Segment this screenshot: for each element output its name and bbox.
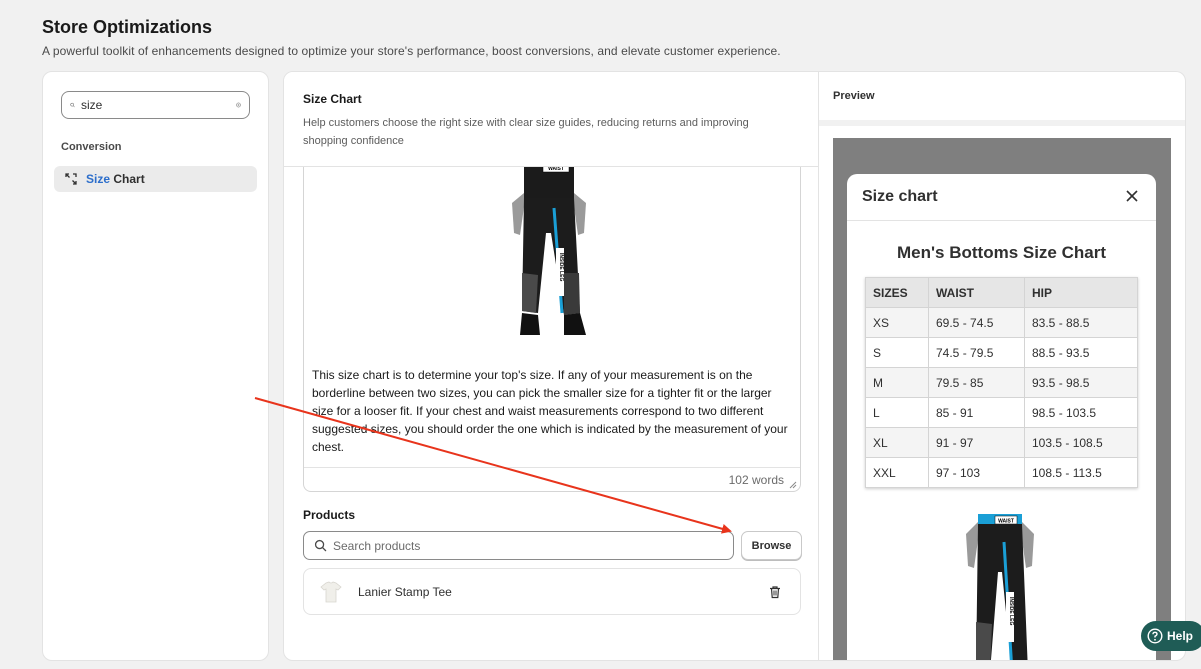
- sidebar-item-label-highlight: Size: [86, 172, 111, 186]
- preview-divider: [819, 120, 1185, 126]
- table-cell: 83.5 - 88.5: [1024, 307, 1138, 338]
- table-cell: 79.5 - 85: [928, 367, 1025, 398]
- pants-measurement-image: WAIST INSIDE LEG: [966, 514, 1034, 660]
- sidebar: Conversion Size Chart: [42, 71, 269, 661]
- main-header: Size Chart Help customers choose the rig…: [284, 72, 818, 167]
- modal-title: Size chart: [862, 188, 938, 205]
- size-table: SIZES WAIST HIP XS 69.5 - 74.5 83.5 - 88.5…: [865, 277, 1138, 488]
- help-button[interactable]: Help: [1141, 621, 1201, 651]
- modal-header: Size chart: [847, 174, 1156, 221]
- table-cell: 91 - 97: [928, 427, 1025, 458]
- table-cell: S: [865, 337, 929, 368]
- browse-button[interactable]: Browse: [741, 531, 802, 560]
- table-cell: 103.5 - 108.5: [1024, 427, 1138, 458]
- product-name: Lanier Stamp Tee: [358, 584, 452, 599]
- table-row: XXL 97 - 103 108.5 - 113.5: [865, 457, 1138, 488]
- table-cell: 93.5 - 98.5: [1024, 367, 1138, 398]
- size-chart-modal: Size chart Men's Bottoms Size Chart SIZE…: [847, 174, 1156, 660]
- section-title: Size Chart: [303, 92, 362, 106]
- table-row: M 79.5 - 85 93.5 - 98.5: [865, 367, 1138, 398]
- table-cell: L: [865, 397, 929, 428]
- table-cell: 85 - 91: [928, 397, 1025, 428]
- table-cell: M: [865, 367, 929, 398]
- tshirt-thumbnail-icon: [320, 581, 342, 602]
- main-panel: WAIST INSIDE LEG This size chart is to d…: [283, 71, 819, 661]
- word-count: 102 words: [728, 473, 784, 487]
- page-subtitle: A powerful toolkit of enhancements desig…: [42, 44, 781, 58]
- trash-icon[interactable]: [768, 585, 782, 599]
- product-search[interactable]: [303, 531, 734, 560]
- resize-icon: [65, 173, 77, 185]
- product-row: Lanier Stamp Tee: [303, 568, 801, 615]
- table-cell: 88.5 - 93.5: [1024, 337, 1138, 368]
- sidebar-item-label: Chart: [110, 172, 145, 186]
- table-cell: 74.5 - 79.5: [928, 337, 1025, 368]
- waist-label: WAIST: [998, 519, 1014, 525]
- preview-label: Preview: [833, 90, 875, 102]
- pants-measurement-image: WAIST INSIDE LEG: [512, 163, 586, 335]
- rich-text-editor[interactable]: WAIST INSIDE LEG This size chart is to d…: [303, 163, 801, 492]
- inside-leg-label: INSIDE LEG: [1008, 597, 1014, 625]
- page-title: Store Optimizations: [42, 17, 213, 37]
- table-header-row: SIZES WAIST HIP: [865, 277, 1138, 308]
- close-icon[interactable]: [1125, 189, 1139, 203]
- preview-canvas: Size chart Men's Bottoms Size Chart SIZE…: [833, 138, 1171, 660]
- sidebar-item-size-chart[interactable]: Size Chart: [54, 166, 257, 192]
- table-header: HIP: [1024, 277, 1138, 308]
- table-header: SIZES: [865, 277, 929, 308]
- sidebar-section-heading: Conversion: [61, 141, 122, 153]
- table-cell: 108.5 - 113.5: [1024, 457, 1138, 488]
- table-row: XL 91 - 97 103.5 - 108.5: [865, 427, 1138, 458]
- table-cell: 97 - 103: [928, 457, 1025, 488]
- products-label: Products: [303, 508, 356, 522]
- question-icon: [1147, 628, 1163, 644]
- table-cell: 98.5 - 103.5: [1024, 397, 1138, 428]
- search-icon: [314, 539, 327, 552]
- preview-panel: Preview Size chart Men's Bottoms Size Ch…: [819, 71, 1186, 661]
- table-cell: XL: [865, 427, 929, 458]
- table-cell: XS: [865, 307, 929, 338]
- product-search-input[interactable]: [333, 538, 723, 553]
- sidebar-search[interactable]: [61, 91, 250, 119]
- clear-icon[interactable]: [236, 98, 241, 112]
- table-header: WAIST: [928, 277, 1025, 308]
- section-description: Help customers choose the right size wit…: [303, 117, 749, 147]
- resize-handle-icon[interactable]: [789, 481, 797, 489]
- chart-title: Men's Bottoms Size Chart: [896, 243, 1106, 262]
- table-row: L 85 - 91 98.5 - 103.5: [865, 397, 1138, 428]
- search-icon: [70, 102, 75, 108]
- sidebar-search-input[interactable]: [81, 98, 236, 112]
- table-row: XS 69.5 - 74.5 83.5 - 88.5: [865, 307, 1138, 338]
- table-row: S 74.5 - 79.5 88.5 - 93.5: [865, 337, 1138, 368]
- inside-leg-label: INSIDE LEG: [558, 253, 564, 281]
- size-chart-description[interactable]: This size chart is to determine your top…: [312, 366, 796, 456]
- editor-footer: 102 words: [304, 467, 800, 492]
- table-cell: XXL: [865, 457, 929, 488]
- help-label: Help: [1167, 629, 1194, 643]
- table-cell: 69.5 - 74.5: [928, 307, 1025, 338]
